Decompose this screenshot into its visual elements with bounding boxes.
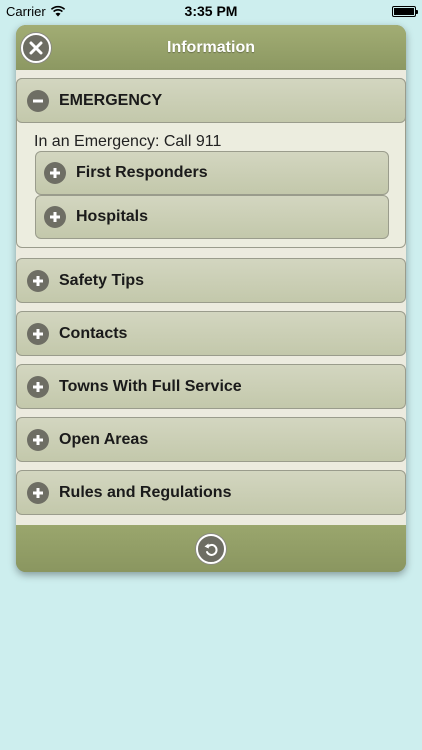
close-icon [29,41,43,55]
section-safety-tips[interactable]: Safety Tips [16,258,406,303]
minus-icon [27,89,49,112]
section-emergency[interactable]: EMERGENCY [16,78,406,123]
plus-icon [27,269,49,292]
plus-icon [27,322,49,345]
status-bar: Carrier 3:35 PM [0,0,422,22]
section-contacts[interactable]: Contacts [16,311,406,356]
section-label: EMERGENCY [59,91,163,109]
battery-icon [392,5,418,17]
section-towns-with-full-service[interactable]: Towns With Full Service [16,364,406,409]
section-label: Towns With Full Service [59,377,242,395]
close-button[interactable] [21,33,51,63]
emergency-group: EMERGENCY In an Emergency: Call 911 Firs… [16,78,406,248]
plus-icon [27,481,49,504]
plus-icon [44,206,66,228]
section-open-areas[interactable]: Open Areas [16,417,406,462]
page-title: Information [167,38,255,56]
status-time: 3:35 PM [184,3,238,19]
sub-section-label: First Responders [76,164,208,181]
carrier-label: Carrier [6,3,46,19]
sub-section-label: Hospitals [76,208,149,225]
panel-header: Information [16,25,406,70]
undo-button[interactable] [196,533,226,564]
status-right [296,5,418,17]
section-rules-and-regulations[interactable]: Rules and Regulations [16,470,406,515]
wifi-icon [50,5,65,17]
emergency-info-text: In an Emergency: Call 911 [34,133,222,150]
status-left: Carrier [6,4,126,19]
undo-icon [204,543,218,556]
information-panel: Information EMERGENCY In an Emergency: C… [16,25,406,572]
panel-body: EMERGENCY In an Emergency: Call 911 Firs… [16,70,406,525]
section-label: Rules and Regulations [59,483,232,501]
sub-section-first-responders[interactable]: First Responders [35,151,389,195]
plus-icon [27,375,49,398]
section-label: Contacts [59,324,128,342]
plus-icon [27,428,49,451]
plus-icon [44,162,66,184]
sub-section-hospitals[interactable]: Hospitals [35,195,389,239]
panel-footer [16,525,406,572]
section-label: Open Areas [59,430,149,448]
section-label: Safety Tips [59,271,145,289]
